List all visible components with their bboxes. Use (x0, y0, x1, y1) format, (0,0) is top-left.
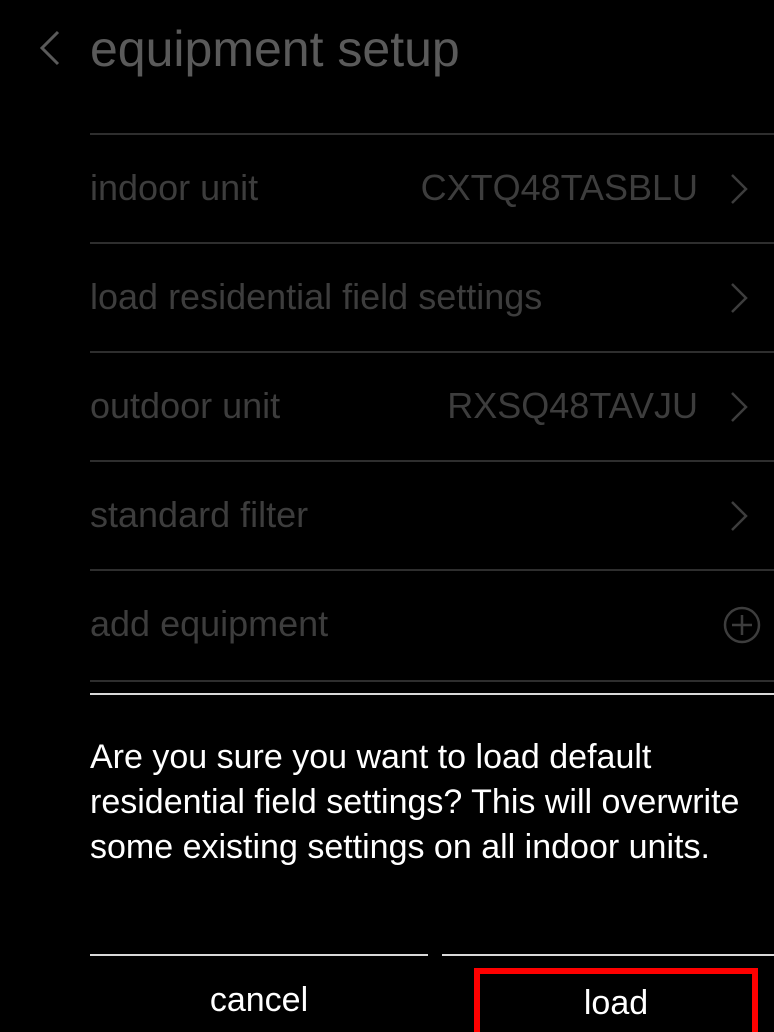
list-item-indoor-unit[interactable]: indoor unit CXTQ48TASBLU (90, 133, 774, 242)
chevron-right-icon (731, 283, 748, 313)
list-item-outdoor-unit[interactable]: outdoor unit RXSQ48TAVJU (90, 351, 774, 460)
button-divider (90, 954, 428, 956)
list-item-value: CXTQ48TASBLU (420, 167, 698, 208)
button-divider (442, 954, 774, 956)
load-button[interactable]: load (474, 968, 758, 1032)
list-item-label: add equipment (90, 603, 329, 644)
list-item-label: load residential field settings (90, 276, 543, 317)
header: equipment setup (0, 0, 774, 100)
list-item-label: indoor unit (90, 167, 259, 208)
chevron-right-icon (731, 392, 748, 422)
list-item-standard-filter[interactable]: standard filter (90, 460, 774, 569)
chevron-left-icon[interactable] (36, 30, 66, 66)
plus-circle-icon[interactable] (722, 605, 762, 645)
list-item-label: standard filter (90, 494, 309, 535)
page-title: equipment setup (90, 21, 460, 77)
chevron-right-icon (731, 501, 748, 531)
chevron-right-icon (731, 174, 748, 204)
list-item-label: outdoor unit (90, 385, 281, 426)
list-divider (90, 680, 774, 682)
equipment-list: indoor unit CXTQ48TASBLU load residentia… (90, 133, 774, 678)
dialog-divider (90, 693, 774, 695)
list-item-load-residential-field-settings[interactable]: load residential field settings (90, 242, 774, 351)
list-item-value: RXSQ48TAVJU (447, 385, 698, 426)
confirm-message: Are you sure you want to load default re… (90, 738, 740, 866)
list-item-add-equipment[interactable]: add equipment (90, 569, 774, 678)
cancel-button[interactable]: cancel (90, 968, 428, 1032)
